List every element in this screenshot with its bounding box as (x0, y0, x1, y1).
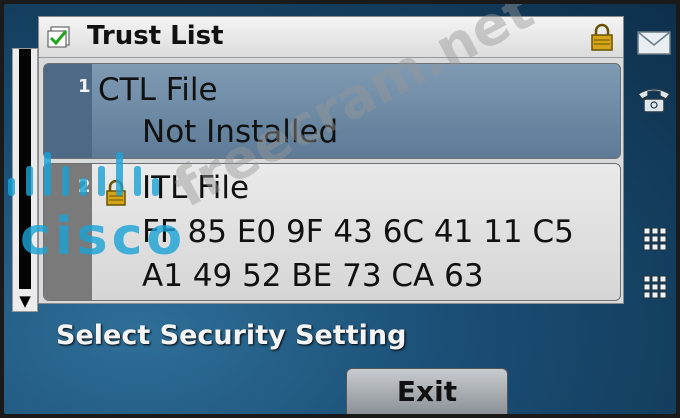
lock-icon (106, 180, 126, 206)
item-hash-line-2: A1 49 52 BE 73 CA 63 (142, 258, 484, 294)
envelope-icon[interactable] (634, 26, 674, 60)
scroll-down-arrow-icon[interactable]: ▼ (16, 293, 34, 309)
status-message: Select Security Setting (56, 320, 407, 351)
item-number-column: 2 (44, 164, 92, 300)
item-number-column: 1 (44, 64, 92, 158)
list-item-ctl-file[interactable]: 1 CTL File Not Installed (43, 63, 621, 159)
window-title: Trust List (87, 21, 224, 51)
item-name: ITL File (142, 170, 250, 206)
phone-icon[interactable] (634, 82, 674, 116)
title-bar: Trust List (39, 17, 623, 58)
item-number: 2 (78, 176, 91, 197)
scroll-thumb[interactable] (19, 49, 31, 289)
item-name: CTL File (98, 72, 218, 108)
item-hash-line-1: FF 85 E0 9F 43 6C 41 11 C5 (142, 214, 574, 250)
list-item-itl-file[interactable]: 2 ITL File FF 85 E0 9F 43 6C 41 11 C5 A1… (43, 163, 621, 301)
trust-list-window: Trust List 1 CTL File Not Installed 2 IT… (38, 16, 624, 304)
exit-softkey-button[interactable]: Exit (346, 368, 508, 414)
lock-icon (591, 23, 613, 51)
item-status: Not Installed (142, 114, 339, 150)
scroll-rail[interactable]: ▼ (12, 48, 38, 312)
item-number: 1 (78, 76, 91, 97)
keypad-icon[interactable] (634, 224, 674, 258)
checked-folder-icon (47, 26, 70, 48)
softkey-label: Exit (396, 375, 458, 408)
keypad-icon[interactable] (634, 272, 674, 306)
phone-screen: ▼ Trust List 1 CTL File Not Installed 2 … (4, 4, 676, 414)
